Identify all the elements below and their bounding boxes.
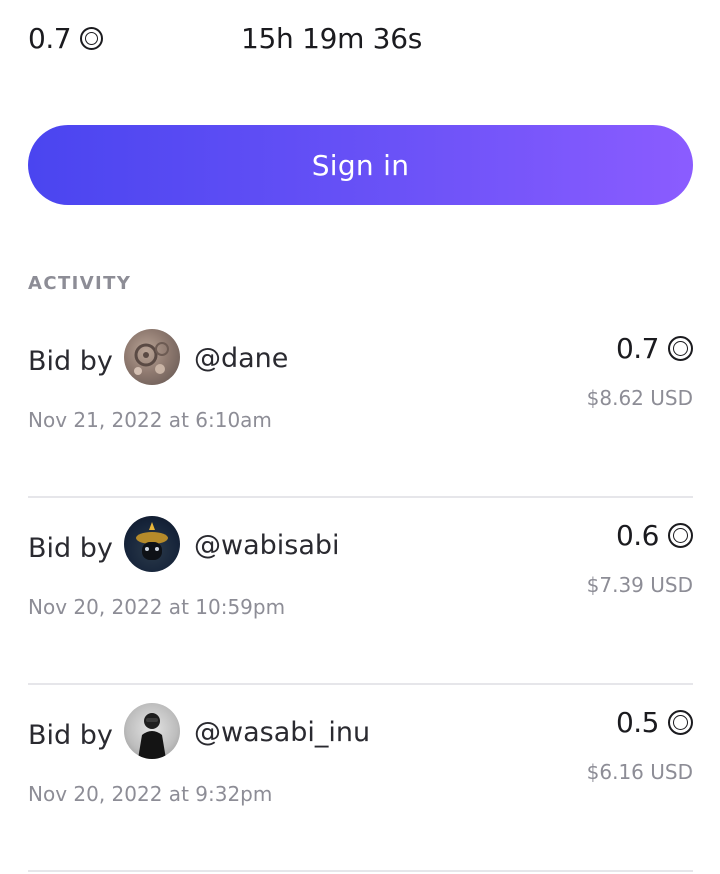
- current-price-value: 0.7: [28, 22, 72, 55]
- bid-amount: 0.5: [616, 706, 693, 739]
- divider: [28, 496, 693, 498]
- avatar-wasabi-inu: [138, 713, 166, 759]
- bid-date: Nov 21, 2022 at 6:10am: [28, 408, 272, 432]
- bid-usd-value: $8.62 USD: [586, 386, 693, 410]
- bid-amount-value: 0.7: [615, 332, 660, 365]
- avatar-dane: [134, 342, 169, 375]
- divider: [28, 683, 693, 685]
- bid-by-label: Bid by: [28, 533, 113, 564]
- auction-countdown: 15h 19m 36s: [241, 22, 422, 55]
- avatar[interactable]: [124, 516, 180, 572]
- coin-icon: [80, 27, 104, 50]
- avatar[interactable]: [124, 703, 180, 759]
- current-price: 0.7: [28, 22, 104, 55]
- activity-item: Bid by @wasabi_inu Nov 20, 2022 at 9:32p…: [28, 686, 693, 872]
- activity-item: Bid by @wabisabi Nov 20, 2022 at 10:59pm…: [28, 499, 693, 685]
- bid-by-label: Bid by: [28, 720, 113, 751]
- auction-header: 0.7 15h 19m 36s: [28, 22, 692, 62]
- divider: [28, 870, 693, 872]
- bid-amount: 0.6: [616, 519, 693, 552]
- activity-item: Bid by @dane Nov 21, 2022 at 6:10am 0.7 …: [28, 312, 693, 498]
- activity-heading: ACTIVITY: [28, 273, 132, 294]
- coin-icon: [668, 710, 693, 735]
- bid-amount-value: 0.6: [615, 519, 660, 552]
- bid-date: Nov 20, 2022 at 10:59pm: [28, 595, 286, 619]
- coin-icon: [668, 523, 693, 548]
- bidder-username[interactable]: @wabisabi: [194, 530, 340, 561]
- bid-amount-value: 0.5: [615, 706, 660, 739]
- bid-by-label: Bid by: [28, 346, 113, 377]
- coin-icon: [668, 336, 693, 361]
- avatar[interactable]: [124, 329, 180, 385]
- bid-date: Nov 20, 2022 at 9:32pm: [28, 782, 273, 806]
- avatar-wabisabi: [136, 522, 168, 560]
- bidder-username[interactable]: @dane: [194, 343, 288, 374]
- sign-in-button[interactable]: Sign in: [28, 125, 693, 205]
- bid-usd-value: $7.39 USD: [586, 573, 693, 597]
- bid-amount: 0.7: [616, 332, 693, 365]
- bidder-username[interactable]: @wasabi_inu: [194, 717, 370, 748]
- bid-usd-value: $6.16 USD: [586, 760, 693, 784]
